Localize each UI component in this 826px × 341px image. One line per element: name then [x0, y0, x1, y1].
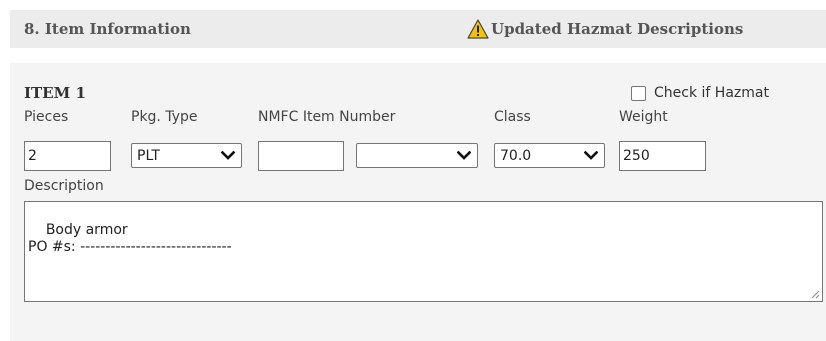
section-header: 8. Item Information Updated Hazmat Descr…: [10, 10, 826, 48]
chevron-down-icon: [584, 151, 598, 160]
pkg-type-value: PLT: [137, 147, 160, 164]
hazmat-checkbox[interactable]: [631, 85, 646, 101]
hazmat-checkbox-row[interactable]: Check if Hazmat: [631, 85, 769, 101]
nmfc-number-input[interactable]: [258, 141, 344, 171]
weight-label: Weight: [619, 109, 668, 125]
weight-input[interactable]: 250: [619, 141, 706, 171]
pieces-input[interactable]: 2: [24, 141, 111, 171]
pkg-type-select[interactable]: PLT: [131, 143, 242, 168]
item-title: ITEM 1: [24, 84, 86, 102]
class-label: Class: [494, 109, 531, 125]
class-value: 70.0: [500, 147, 532, 164]
resize-grip-icon[interactable]: [810, 289, 820, 299]
pieces-label: Pieces: [24, 109, 69, 125]
description-textarea[interactable]: Body armor PO #s: ----------------------…: [24, 201, 823, 302]
nmfc-sub-select[interactable]: [356, 143, 478, 168]
updated-hazmat-descriptions-link[interactable]: Updated Hazmat Descriptions: [467, 17, 743, 41]
section-title: 8. Item Information: [24, 20, 191, 38]
chevron-down-icon: [457, 151, 471, 160]
description-label: Description: [24, 178, 104, 194]
class-select[interactable]: 70.0: [494, 143, 605, 168]
item-panel: ITEM 1 Check if Hazmat Pieces Pkg. Type …: [10, 63, 826, 341]
description-text: Body armor PO #s: ----------------------…: [28, 222, 232, 255]
nmfc-label: NMFC Item Number: [258, 109, 396, 125]
hazmat-checkbox-label: Check if Hazmat: [654, 85, 769, 101]
warning-icon: [467, 19, 489, 39]
chevron-down-icon: [221, 151, 235, 160]
pkg-type-label: Pkg. Type: [131, 109, 198, 125]
hazmat-link-label: Updated Hazmat Descriptions: [491, 20, 744, 38]
